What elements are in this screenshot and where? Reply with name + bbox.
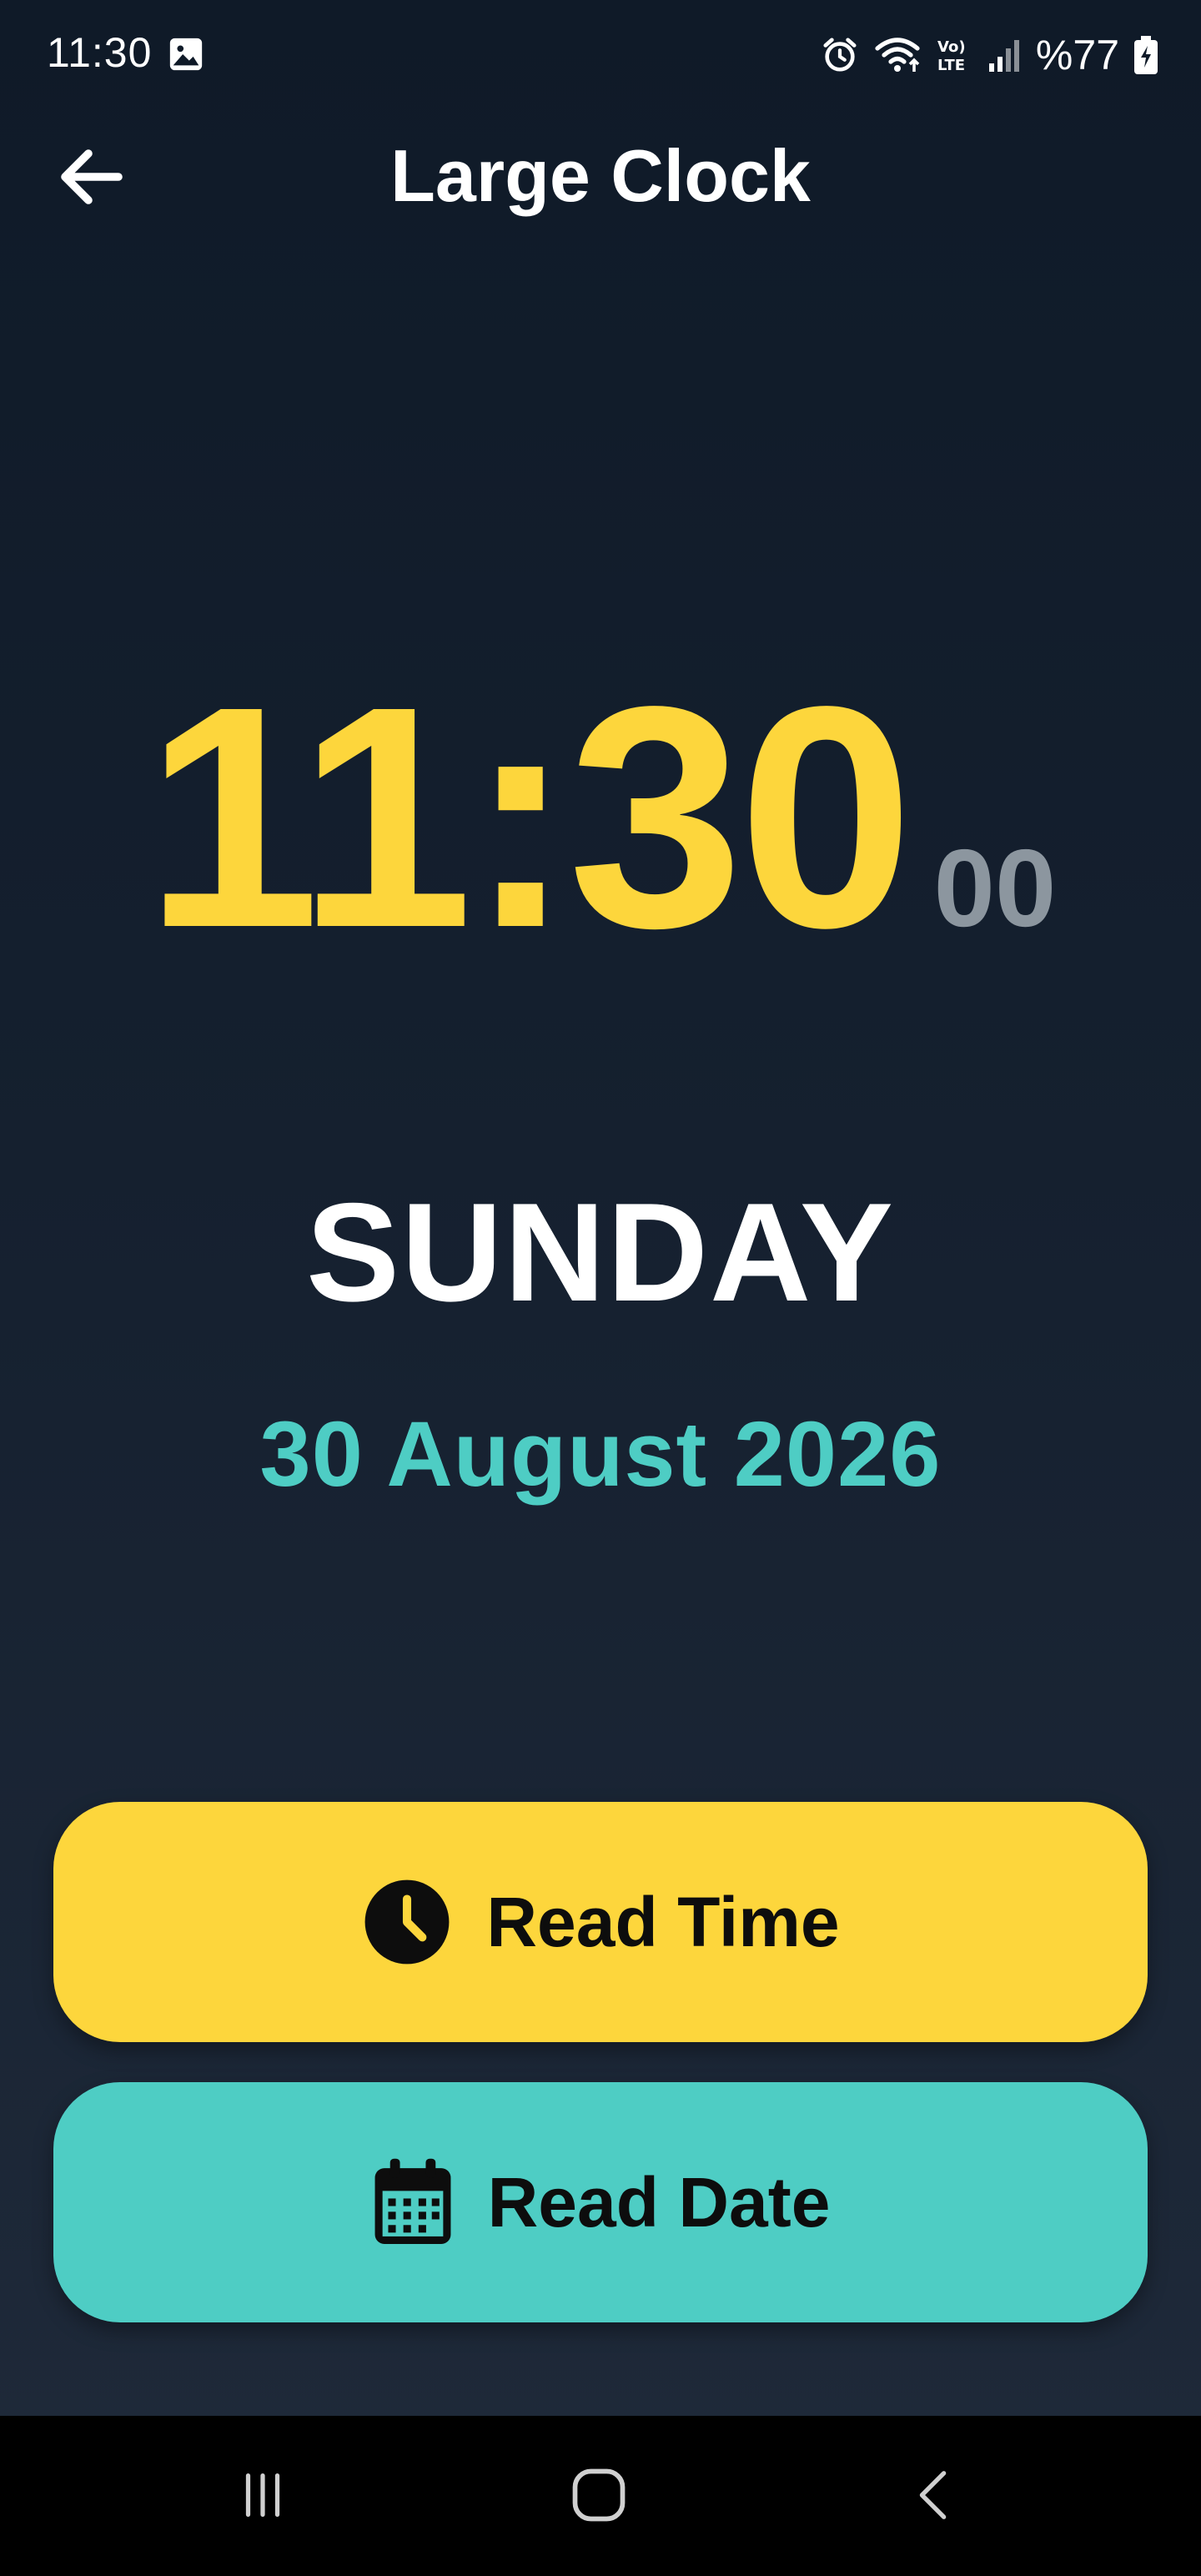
clock-display: 11:30 00: [0, 659, 1201, 976]
system-nav-bar: [0, 2416, 1201, 2576]
read-time-label: Read Time: [486, 1882, 840, 1961]
status-bar: 11:30 Vo) LTE %77: [0, 0, 1201, 108]
calendar-icon: [374, 2158, 451, 2244]
clock-icon: [364, 1879, 450, 1965]
battery-percentage: %77: [1035, 32, 1119, 78]
svg-text:LTE: LTE: [937, 57, 965, 74]
recents-button[interactable]: [204, 2449, 321, 2541]
clock-seconds: 00: [933, 827, 1057, 949]
read-time-button[interactable]: Read Time: [53, 1802, 1148, 2042]
alarm-icon: [823, 38, 857, 72]
home-icon: [572, 2468, 626, 2522]
status-icons: Vo) LTE %77: [821, 30, 1158, 80]
battery-icon: [1134, 36, 1158, 74]
day-of-week: SUNDAY: [306, 1174, 895, 1331]
app-header: Large Clock: [0, 117, 1201, 234]
home-button[interactable]: [540, 2449, 657, 2541]
read-date-label: Read Date: [487, 2162, 831, 2241]
read-date-button[interactable]: Read Date: [53, 2082, 1148, 2322]
recents-icon: [245, 2473, 280, 2517]
page-title: Large Clock: [390, 134, 811, 217]
back-icon: [919, 2471, 947, 2519]
nav-back-button[interactable]: [876, 2449, 992, 2541]
wifi-icon: [875, 38, 920, 72]
status-time: 11:30: [47, 29, 153, 76]
volte-icon: Vo) LTE: [937, 38, 966, 74]
full-date: 30 August 2026: [259, 1403, 942, 1506]
clock-time: 11:30: [144, 641, 914, 994]
svg-text:Vo): Vo): [937, 38, 966, 56]
signal-icon: [988, 40, 1019, 72]
gallery-icon: [169, 38, 203, 71]
